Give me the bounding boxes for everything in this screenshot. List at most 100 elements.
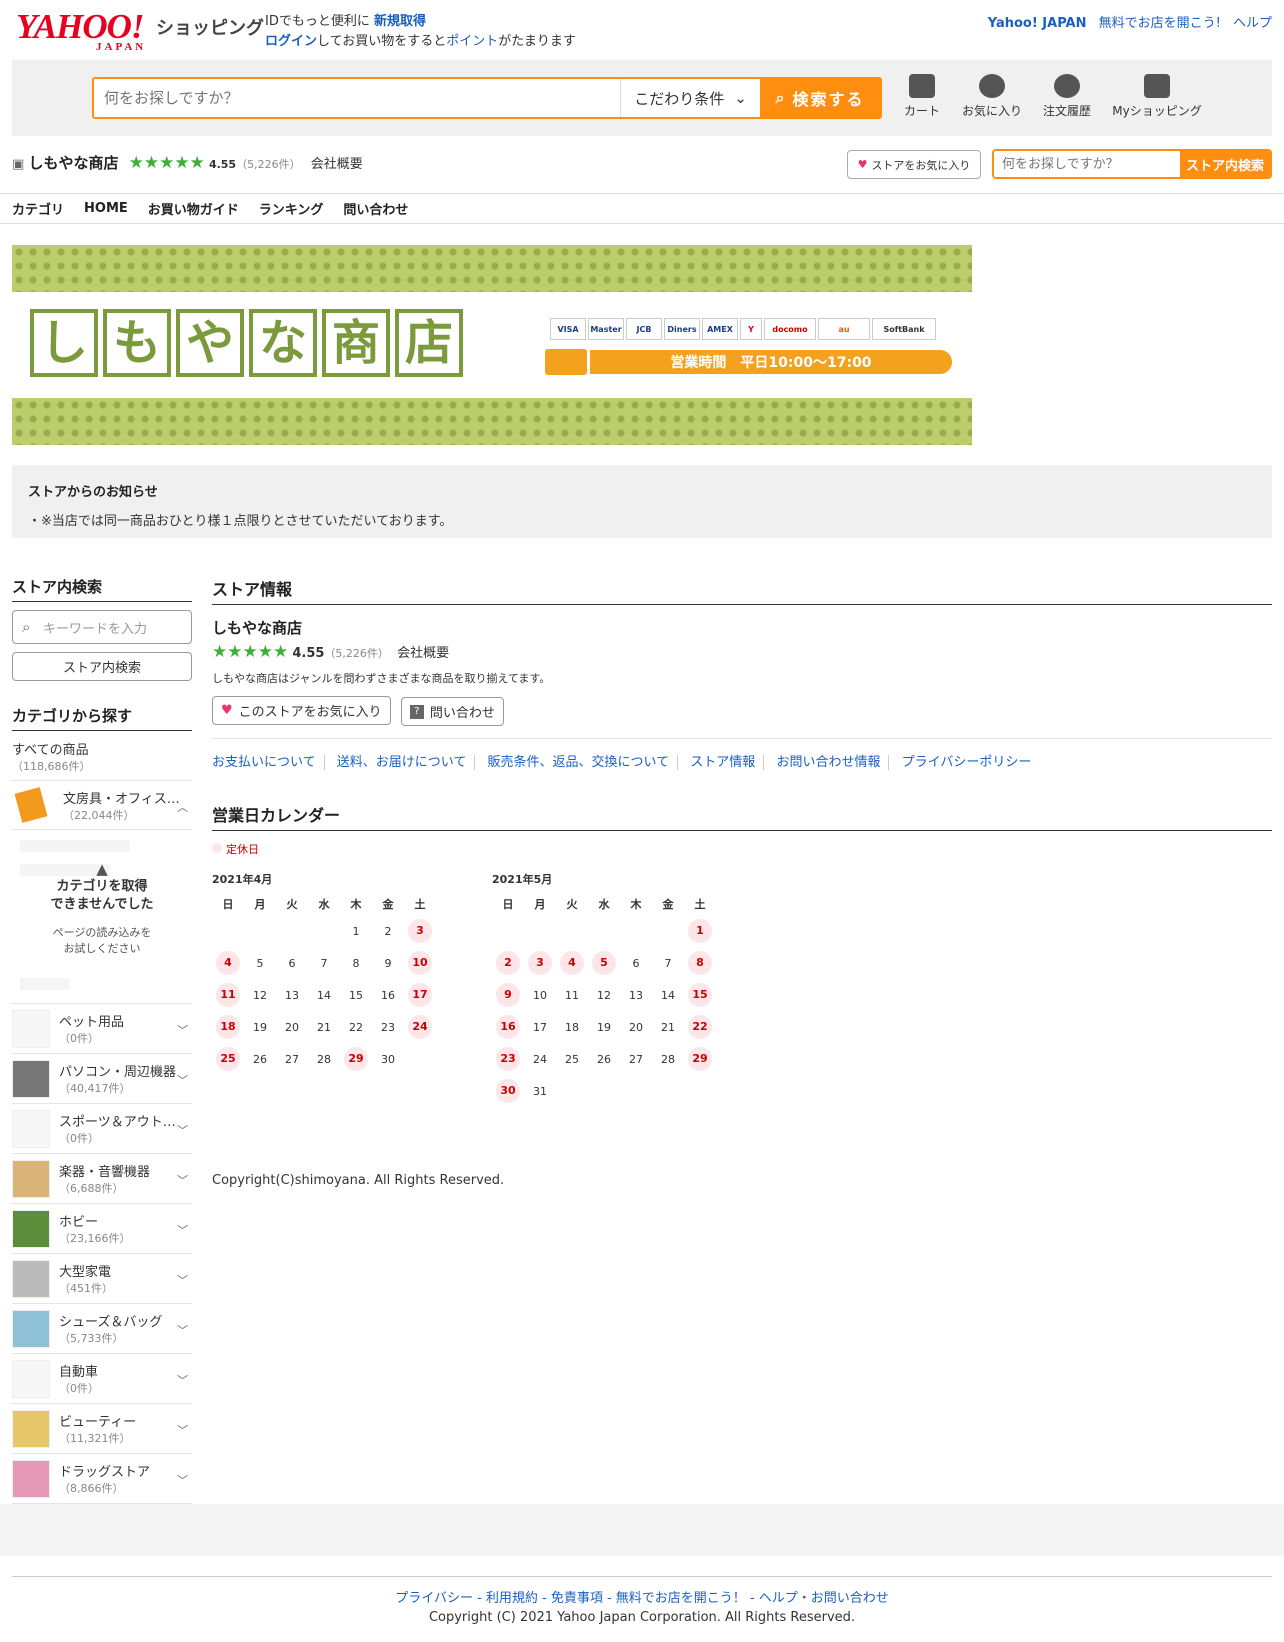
search-input[interactable] bbox=[94, 79, 620, 117]
day-number: 14 bbox=[661, 988, 675, 1002]
calendar-day bbox=[556, 915, 588, 947]
cart-button[interactable]: カート bbox=[892, 74, 952, 119]
store-name[interactable]: しもやな商店 bbox=[28, 154, 118, 172]
store-notice: ストアからのお知らせ ・※当店では同一商品おひとり様１点限りとさせていただいてお… bbox=[12, 465, 1272, 538]
calendar-day: 25 bbox=[556, 1043, 588, 1075]
company-link[interactable]: 会社概要 bbox=[311, 157, 363, 172]
sidebar-search-input[interactable]: ⌕ キーワードを入力 bbox=[12, 610, 192, 644]
chevron-down-icon: ⌄ bbox=[734, 89, 747, 107]
banner-pattern-top bbox=[12, 245, 972, 292]
store-search-input[interactable] bbox=[994, 151, 1180, 177]
category-item[interactable]: スポーツ＆アウトドア （0件） ﹀ bbox=[12, 1104, 192, 1154]
category-name: スポーツ＆アウトドア bbox=[59, 1115, 177, 1130]
calendar-week: 1 2 3 bbox=[212, 915, 436, 947]
store-favorite-button[interactable]: ♥ ストアをお気に入り bbox=[847, 150, 981, 179]
store-info-review-count[interactable]: （5,226件） bbox=[324, 647, 389, 660]
yahoo-logo[interactable]: YAHOO! JAPAN bbox=[16, 9, 145, 53]
all-products-link[interactable]: すべての商品 bbox=[12, 739, 192, 758]
category-item[interactable]: 楽器・音響機器 （6,688件） ﹀ bbox=[12, 1154, 192, 1204]
store-description: しもやな商店はジャンルを問わずさまざまな商品を取り揃えてます。 bbox=[212, 672, 551, 685]
points-link[interactable]: ポイント bbox=[446, 34, 498, 49]
calendar-day: 27 bbox=[276, 1043, 308, 1075]
open-store-link[interactable]: 無料でお店を開こう! bbox=[1099, 16, 1221, 31]
policy-link-shipping[interactable]: 送料、お届けについて bbox=[336, 755, 476, 770]
nav-ranking[interactable]: ランキング bbox=[259, 199, 324, 218]
shopping-title[interactable]: ショッピング bbox=[156, 14, 264, 40]
day-number: 27 bbox=[285, 1052, 299, 1066]
policy-link-contact[interactable]: お問い合わせ情報 bbox=[776, 755, 890, 770]
category-item[interactable]: ビューティー （11,321件） ﹀ bbox=[12, 1404, 192, 1454]
day-number: 12 bbox=[597, 988, 611, 1002]
login-link[interactable]: ログイン bbox=[265, 34, 317, 49]
category-count: （8,866件） bbox=[59, 1482, 124, 1495]
weekday: 金 bbox=[382, 898, 394, 911]
weekday: 水 bbox=[598, 898, 610, 911]
calendar-day: 14 bbox=[308, 979, 340, 1011]
register-link[interactable]: 新規取得 bbox=[374, 14, 426, 29]
calendar-day: 28 bbox=[308, 1043, 340, 1075]
contact-button[interactable]: ? 問い合わせ bbox=[400, 697, 504, 726]
notice-title: ストアからのお知らせ bbox=[28, 485, 158, 500]
day-number: 22 bbox=[688, 1015, 712, 1039]
policy-link-store-info[interactable]: ストア情報 bbox=[690, 755, 765, 770]
day-number: 8 bbox=[352, 956, 360, 970]
calendar-week: 9 10 11 12 13 14 15 bbox=[492, 979, 716, 1011]
nav-home[interactable]: HOME bbox=[84, 201, 128, 216]
weekday: 月 bbox=[534, 898, 546, 911]
category-item[interactable]: ドラッグストア （8,866件） ﹀ bbox=[12, 1454, 192, 1504]
order-history-button[interactable]: 注文履歴 bbox=[1032, 74, 1102, 119]
sidebar-search-title: ストア内検索 bbox=[12, 576, 192, 602]
calendar-day bbox=[652, 915, 684, 947]
calendar-day bbox=[556, 1075, 588, 1107]
login-suffix: がたまります bbox=[498, 34, 576, 49]
notice-text: ・※当店では同一商品おひとり様１点限りとさせていただいております。 bbox=[28, 514, 453, 529]
store-info-company-link[interactable]: 会社概要 bbox=[397, 646, 449, 661]
calendar-day: 19 bbox=[244, 1011, 276, 1043]
search-button[interactable]: ⌕ 検索する bbox=[760, 79, 880, 117]
help-link[interactable]: ヘルプ bbox=[1233, 16, 1272, 31]
day-number: 22 bbox=[349, 1020, 363, 1034]
nav-contact[interactable]: 問い合わせ bbox=[343, 199, 408, 218]
category-item[interactable]: シューズ＆バッグ （5,733件） ﹀ bbox=[12, 1304, 192, 1354]
policy-link-payment[interactable]: お支払いについて bbox=[212, 755, 325, 770]
weekday: 金 bbox=[662, 898, 674, 911]
search-icon: ⌕ bbox=[22, 618, 31, 636]
calendar-day bbox=[620, 915, 652, 947]
category-item-stationery[interactable]: 文房具・オフィス用品 （22,044件） ︿ bbox=[12, 780, 192, 830]
calendar-day: 16 bbox=[492, 1011, 524, 1043]
category-item[interactable]: ペット用品 （0件） ﹀ bbox=[12, 1004, 192, 1054]
category-item[interactable]: 大型家電 （451件） ﹀ bbox=[12, 1254, 192, 1304]
calendar-day: 20 bbox=[620, 1011, 652, 1043]
banner-char: 商 bbox=[322, 309, 390, 377]
my-shopping-button[interactable]: Myショッピング bbox=[1102, 74, 1212, 119]
yahoo-japan-link[interactable]: Yahoo! JAPAN bbox=[988, 16, 1087, 31]
category-name: ペット用品 bbox=[59, 1015, 125, 1030]
add-favorite-button[interactable]: ♥ このストアをお気に入り bbox=[212, 696, 391, 725]
policy-link-privacy[interactable]: プライバシーポリシー bbox=[902, 755, 1040, 770]
warning-icon: ▲ bbox=[96, 860, 108, 878]
policy-link-returns[interactable]: 販売条件、返品、交換について bbox=[487, 755, 679, 770]
category-item[interactable]: 自動車 （0件） ﹀ bbox=[12, 1354, 192, 1404]
store-info-rating-row: ★★★★★ 4.55（5,226件） 会社概要 bbox=[212, 642, 1272, 662]
sidebar-search-button[interactable]: ストア内検索 bbox=[12, 652, 192, 681]
nav-category[interactable]: カテゴリ bbox=[12, 199, 64, 218]
category-name: ドラッグストア bbox=[59, 1465, 151, 1480]
search-bar: こだわり条件 ⌄ ⌕ 検索する カート お気に入り 注文履歴 Myショッピング bbox=[12, 60, 1272, 136]
nav-guide[interactable]: お買い物ガイド bbox=[148, 199, 239, 218]
day-number: 13 bbox=[629, 988, 643, 1002]
store-search-button[interactable]: ストア内検索 bbox=[1180, 151, 1270, 177]
banner-pattern-bottom bbox=[12, 398, 972, 445]
month-label: 2021年5月 bbox=[492, 873, 553, 886]
calendar-day: 23 bbox=[492, 1043, 524, 1075]
store-review-count[interactable]: （5,226件） bbox=[236, 158, 301, 171]
calendar-table: 日月火水木金土 1 2 3 4 5 6 7 8 9 10 11 12 13 14 15 16 17 18 19 20 2… bbox=[492, 893, 716, 1107]
category-item[interactable]: パソコン・周辺機器 （40,417件） ﹀ bbox=[12, 1054, 192, 1104]
day-number: 7 bbox=[664, 956, 672, 970]
category-item[interactable]: ホビー （23,166件） ﹀ bbox=[12, 1204, 192, 1254]
favorites-button[interactable]: お気に入り bbox=[952, 74, 1032, 119]
day-number: 19 bbox=[597, 1020, 611, 1034]
conditions-dropdown[interactable]: こだわり条件 ⌄ bbox=[620, 79, 760, 117]
weekday: 日 bbox=[502, 898, 514, 911]
chevron-down-icon: ﹀ bbox=[177, 1374, 188, 1387]
footer-links[interactable]: プライバシー - 利用規約 - 免責事項 - 無料でお店を開こう！ - ヘルプ・… bbox=[12, 1587, 1272, 1606]
